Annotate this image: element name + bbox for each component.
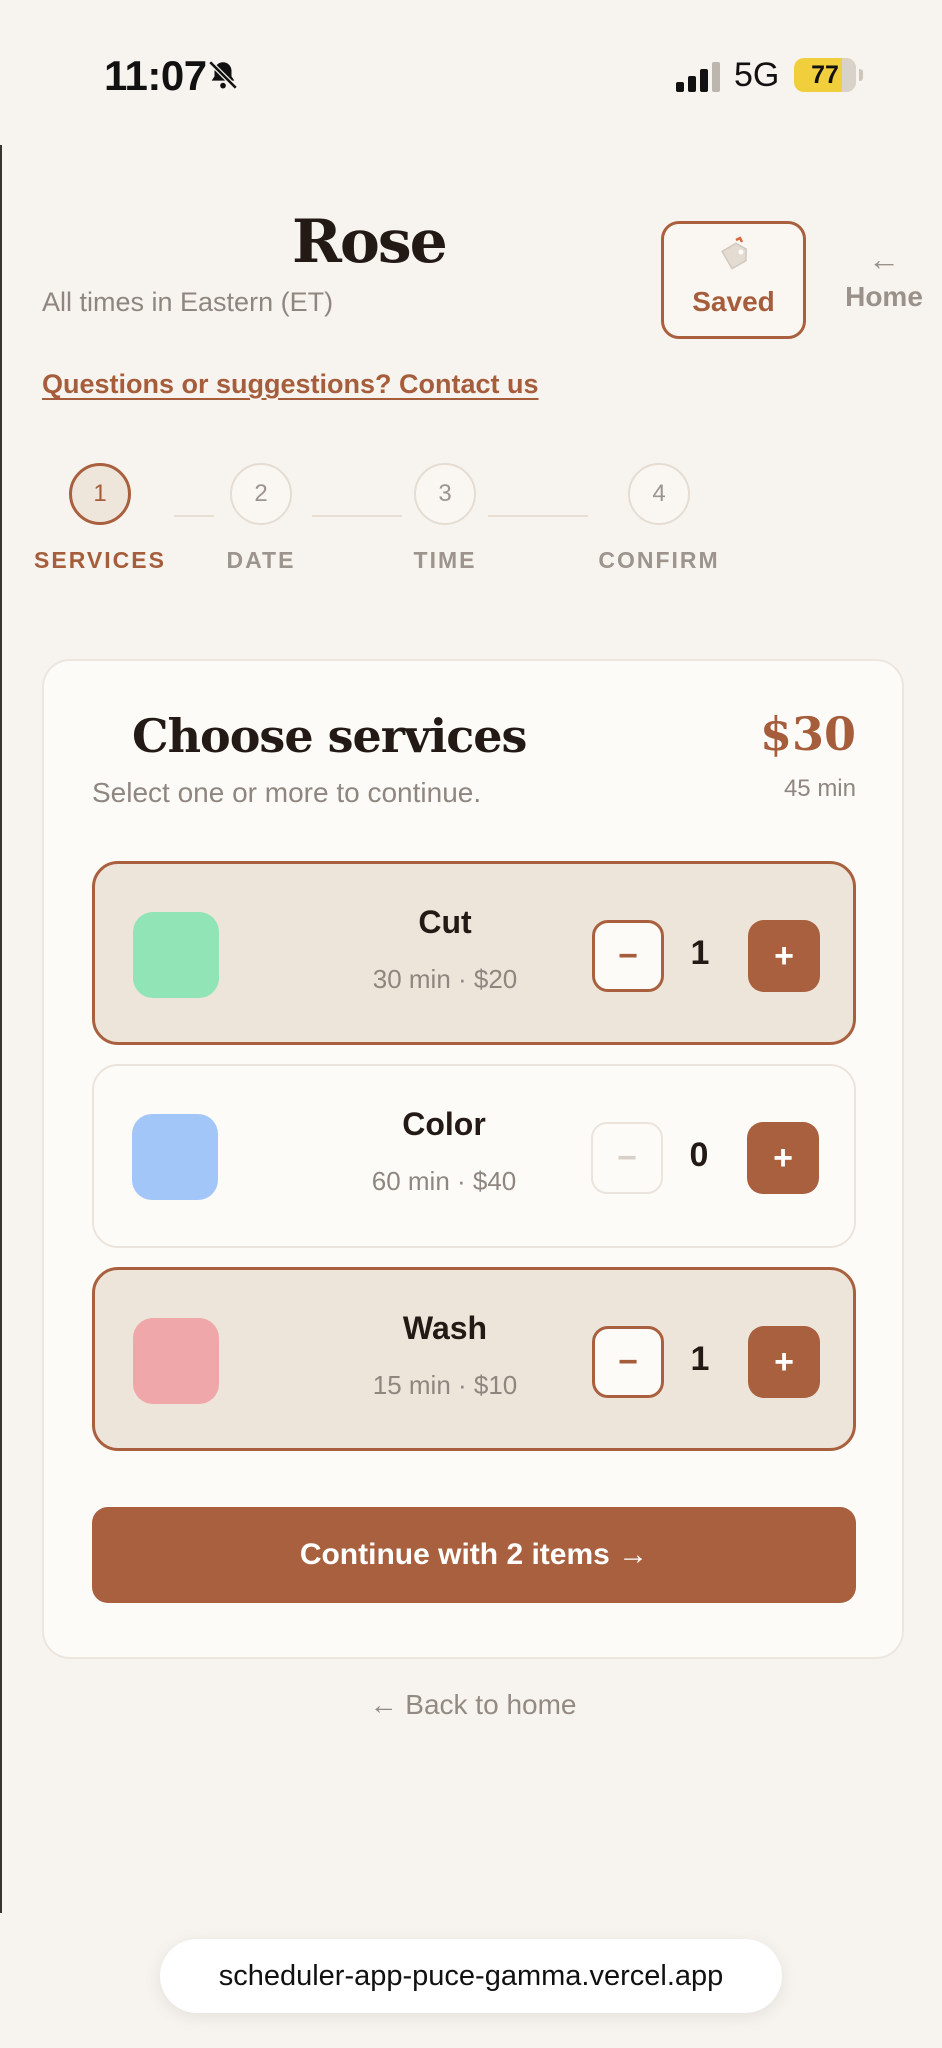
decrease-quantity-button[interactable]: − bbox=[591, 1122, 663, 1194]
browser-bottom-bar: scheduler-app-puce-gamma.vercel.app bbox=[0, 1913, 942, 2048]
step-label: TIME bbox=[413, 547, 477, 573]
home-label: Home bbox=[845, 281, 923, 312]
step-number: 2 bbox=[230, 463, 292, 525]
card-subtitle: Select one or more to continue. bbox=[92, 777, 482, 808]
battery-level: 77 bbox=[811, 60, 839, 89]
service-row-color[interactable]: Color 60 min · $40 − 0 + bbox=[92, 1064, 856, 1248]
decrease-quantity-button[interactable]: − bbox=[592, 1326, 664, 1398]
saved-button[interactable]: Saved bbox=[661, 221, 806, 339]
network-label: 5G bbox=[734, 56, 780, 94]
increase-quantity-button[interactable]: + bbox=[747, 1122, 819, 1194]
increase-quantity-button[interactable]: + bbox=[748, 920, 820, 992]
saved-label: Saved bbox=[692, 286, 775, 317]
step-services: 1 SERVICES bbox=[20, 463, 180, 574]
signal-icon bbox=[676, 62, 720, 92]
total-price: $30 bbox=[759, 707, 856, 761]
total-duration: 45 min bbox=[783, 775, 856, 802]
quantity-value: 0 bbox=[689, 1136, 709, 1174]
service-name: Color bbox=[402, 1106, 486, 1142]
step-date: 2 DATE bbox=[181, 463, 341, 574]
arrow-left-icon: ← bbox=[868, 241, 900, 277]
contact-link[interactable]: Questions or suggestions? Contact us bbox=[42, 369, 539, 400]
url-bar[interactable]: scheduler-app-puce-gamma.vercel.app bbox=[160, 1939, 782, 2013]
card-title: Choose services bbox=[132, 709, 527, 763]
service-row-wash[interactable]: Wash 15 min · $10 − 1 + bbox=[92, 1267, 856, 1451]
increase-quantity-button[interactable]: + bbox=[748, 1326, 820, 1398]
service-name: Cut bbox=[418, 904, 472, 940]
service-color-swatch bbox=[133, 912, 219, 998]
step-time: 3 TIME bbox=[365, 463, 525, 574]
continue-button[interactable]: Continue with 2 items → bbox=[92, 1507, 856, 1603]
battery-icon: 77 bbox=[794, 58, 863, 92]
services-card: Choose services Select one or more to co… bbox=[42, 659, 904, 1659]
step-label: CONFIRM bbox=[598, 547, 720, 573]
quantity-value: 1 bbox=[690, 934, 710, 972]
status-time: 11:07 bbox=[104, 52, 207, 99]
step-number: 4 bbox=[628, 463, 690, 525]
step-number: 3 bbox=[414, 463, 476, 525]
progress-stepper: 1 SERVICES 2 DATE 3 TIME 4 CONFIRM bbox=[2, 463, 942, 593]
back-to-home-link[interactable]: ← Back to home bbox=[2, 1689, 942, 1721]
page-content: Rose All times in Eastern (ET) Saved ← H… bbox=[0, 145, 942, 1913]
step-label: SERVICES bbox=[34, 547, 166, 573]
service-meta: 60 min · $40 bbox=[371, 1166, 517, 1196]
bell-slash-icon bbox=[208, 60, 238, 90]
service-meta: 30 min · $20 bbox=[372, 964, 518, 994]
service-color-swatch bbox=[132, 1114, 218, 1200]
quantity-value: 1 bbox=[690, 1340, 710, 1378]
service-meta: 15 min · $10 bbox=[372, 1370, 518, 1400]
step-confirm: 4 CONFIRM bbox=[579, 463, 739, 574]
home-link[interactable]: ← Home bbox=[824, 241, 942, 313]
step-label: DATE bbox=[226, 547, 296, 573]
service-color-swatch bbox=[133, 1318, 219, 1404]
service-name: Wash bbox=[402, 1310, 488, 1346]
brand-title: Rose bbox=[292, 207, 448, 277]
service-row-cut[interactable]: Cut 30 min · $20 − 1 + bbox=[92, 861, 856, 1045]
tag-icon bbox=[720, 236, 747, 270]
step-number: 1 bbox=[69, 463, 131, 525]
status-bar: 11:07 5G 77 bbox=[0, 0, 942, 145]
decrease-quantity-button[interactable]: − bbox=[592, 920, 664, 992]
timezone-note: All times in Eastern (ET) bbox=[42, 287, 334, 317]
